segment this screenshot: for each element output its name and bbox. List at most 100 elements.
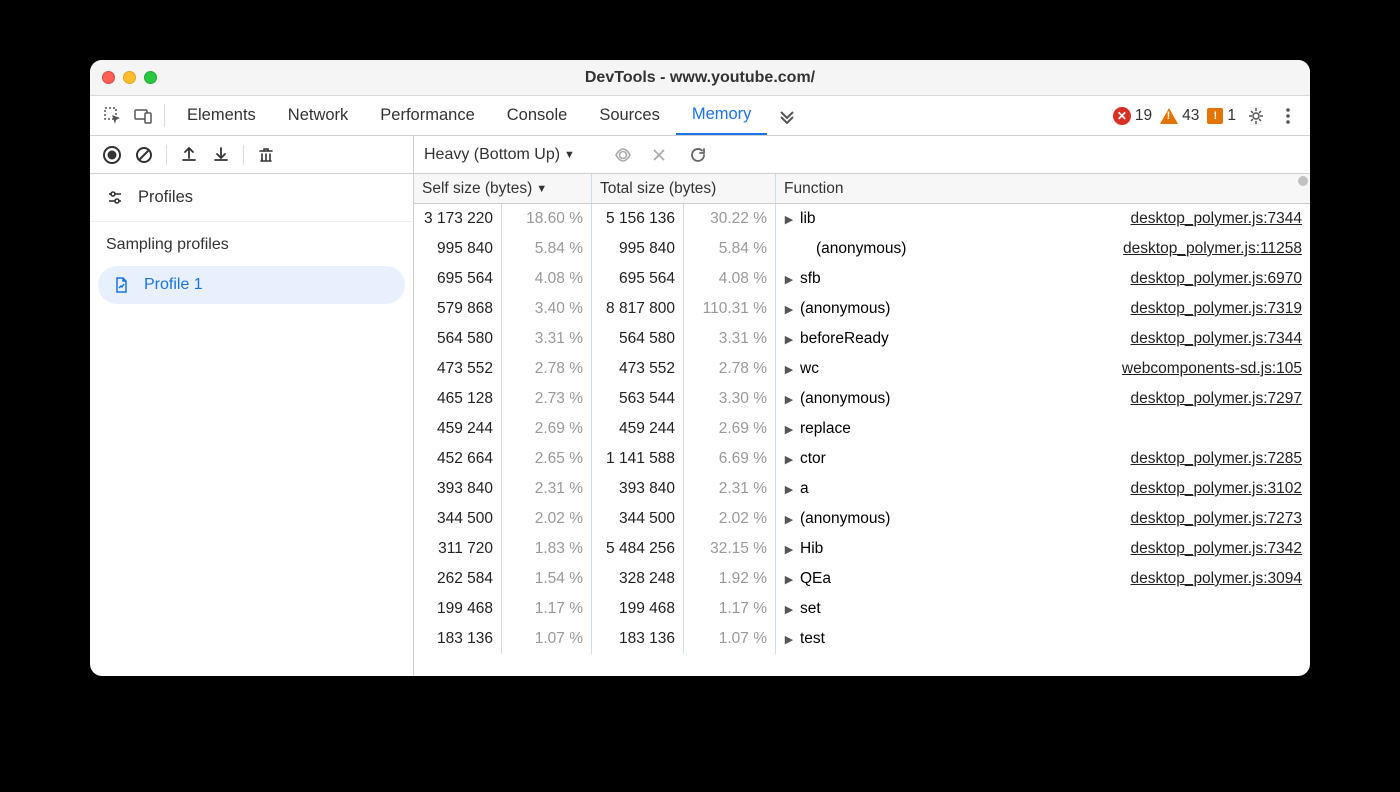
maximize-window-button[interactable]	[144, 71, 157, 84]
table-row[interactable]: 262 5841.54 %328 2481.92 %▶QEadesktop_po…	[414, 564, 1310, 594]
function-name: wc	[800, 360, 819, 378]
function-name: Hib	[800, 540, 823, 558]
table-row[interactable]: 459 2442.69 %459 2442.69 %▶replace	[414, 414, 1310, 444]
source-link[interactable]: desktop_polymer.js:7273	[1131, 510, 1302, 528]
expand-icon[interactable]: ▶	[784, 453, 794, 466]
warnings-badge[interactable]: 43	[1160, 107, 1199, 125]
expand-icon[interactable]: ▶	[784, 633, 794, 646]
tab-memory[interactable]: Memory	[676, 96, 768, 135]
save-profile-icon[interactable]	[207, 141, 235, 169]
minimize-window-button[interactable]	[123, 71, 136, 84]
load-profile-icon[interactable]	[175, 141, 203, 169]
devtools-window: DevTools - www.youtube.com/ Elements Net…	[90, 60, 1310, 676]
reset-icon[interactable]	[689, 146, 713, 164]
table-row[interactable]: 695 5644.08 %695 5644.08 %▶sfbdesktop_po…	[414, 264, 1310, 294]
function-name: (anonymous)	[816, 240, 906, 258]
expand-icon[interactable]: ▶	[784, 363, 794, 376]
source-link[interactable]: desktop_polymer.js:7285	[1131, 450, 1302, 468]
tab-console[interactable]: Console	[491, 96, 584, 135]
panel-tabs: Elements Network Performance Console Sou…	[171, 96, 1113, 135]
expand-icon[interactable]: ▶	[784, 573, 794, 586]
expand-icon[interactable]: ▶	[784, 543, 794, 556]
tab-sources[interactable]: Sources	[583, 96, 676, 135]
table-row[interactable]: 183 1361.07 %183 1361.07 %▶test	[414, 624, 1310, 654]
source-link[interactable]: desktop_polymer.js:7344	[1131, 330, 1302, 348]
right-controls: ✕19 43 !1	[1113, 96, 1310, 135]
profile-table: Self size (bytes) ▼ Total size (bytes) F…	[414, 174, 1310, 676]
titlebar: DevTools - www.youtube.com/	[90, 60, 1310, 96]
expand-icon[interactable]: ▶	[784, 213, 794, 226]
issues-badge[interactable]: !1	[1207, 107, 1236, 125]
table-row[interactable]: 199 4681.17 %199 4681.17 %▶set	[414, 594, 1310, 624]
device-toggle-icon[interactable]	[128, 96, 158, 135]
table-row[interactable]: 579 8683.40 %8 817 800110.31 %▶(anonymou…	[414, 294, 1310, 324]
table-row[interactable]: 311 7201.83 %5 484 25632.15 %▶Hibdesktop…	[414, 534, 1310, 564]
source-link[interactable]: desktop_polymer.js:7319	[1131, 300, 1302, 318]
focus-icon[interactable]	[613, 145, 637, 165]
more-tabs-button[interactable]	[767, 96, 807, 135]
expand-icon[interactable]: ▶	[784, 273, 794, 286]
table-row[interactable]: 344 5002.02 %344 5002.02 %▶(anonymous)de…	[414, 504, 1310, 534]
traffic-lights	[102, 71, 157, 84]
errors-badge[interactable]: ✕19	[1113, 107, 1152, 125]
inspect-element-icon[interactable]	[98, 96, 128, 135]
source-link[interactable]: desktop_polymer.js:6970	[1131, 270, 1302, 288]
expand-icon[interactable]: ▶	[784, 513, 794, 526]
expand-icon[interactable]: ▶	[784, 393, 794, 406]
function-name: (anonymous)	[800, 510, 890, 528]
settings-icon[interactable]	[1244, 106, 1268, 126]
exclude-icon[interactable]	[651, 147, 675, 163]
expand-icon[interactable]: ▶	[784, 483, 794, 496]
content-area: Profiles Sampling profiles Profile 1 Hea…	[90, 136, 1310, 676]
expand-icon[interactable]: ▶	[784, 333, 794, 346]
function-name: set	[800, 600, 821, 618]
expand-icon[interactable]: ▶	[784, 423, 794, 436]
tab-network[interactable]: Network	[272, 96, 365, 135]
source-link[interactable]: desktop_polymer.js:3102	[1131, 480, 1302, 498]
scrollbar[interactable]	[1296, 174, 1310, 676]
source-link[interactable]: webcomponents-sd.js:105	[1122, 360, 1302, 378]
clear-icon[interactable]	[130, 141, 158, 169]
table-row[interactable]: 564 5803.31 %564 5803.31 %▶beforeReadyde…	[414, 324, 1310, 354]
table-row[interactable]: 995 8405.84 %995 8405.84 %▶(anonymous)de…	[414, 234, 1310, 264]
tab-elements[interactable]: Elements	[171, 96, 272, 135]
close-window-button[interactable]	[102, 71, 115, 84]
col-self-size[interactable]: Self size (bytes) ▼	[414, 174, 592, 203]
main-panel: Heavy (Bottom Up) ▼ Self size (bytes) ▼ …	[414, 136, 1310, 676]
function-name: replace	[800, 420, 851, 438]
table-row[interactable]: 465 1282.73 %563 5443.30 %▶(anonymous)de…	[414, 384, 1310, 414]
source-link[interactable]: desktop_polymer.js:7344	[1131, 210, 1302, 228]
tab-performance[interactable]: Performance	[364, 96, 490, 135]
table-row[interactable]: 3 173 22018.60 %5 156 13630.22 %▶libdesk…	[414, 204, 1310, 234]
profiles-sidebar: Profiles Sampling profiles Profile 1	[90, 136, 414, 676]
expand-icon[interactable]: ▶	[784, 603, 794, 616]
collect-garbage-icon[interactable]	[252, 141, 280, 169]
col-function[interactable]: Function	[776, 174, 1310, 203]
expand-icon[interactable]: ▶	[784, 303, 794, 316]
profiles-section[interactable]: Profiles	[90, 174, 413, 222]
profile-toolbar: Heavy (Bottom Up) ▼	[414, 136, 1310, 174]
table-row[interactable]: 473 5522.78 %473 5522.78 %▶wcwebcomponen…	[414, 354, 1310, 384]
function-name: beforeReady	[800, 330, 889, 348]
profile-item-1[interactable]: Profile 1	[98, 266, 405, 304]
table-header: Self size (bytes) ▼ Total size (bytes) F…	[414, 174, 1310, 204]
sidebar-toolbar	[90, 136, 413, 174]
source-link[interactable]: desktop_polymer.js:7342	[1131, 540, 1302, 558]
source-link[interactable]: desktop_polymer.js:11258	[1123, 240, 1302, 258]
table-row[interactable]: 393 8402.31 %393 8402.31 %▶adesktop_poly…	[414, 474, 1310, 504]
source-link[interactable]: desktop_polymer.js:3094	[1131, 570, 1302, 588]
view-select[interactable]: Heavy (Bottom Up) ▼	[424, 146, 575, 164]
source-link[interactable]: desktop_polymer.js:7297	[1131, 390, 1302, 408]
sliders-icon	[106, 189, 124, 207]
kebab-menu-icon[interactable]	[1276, 106, 1300, 126]
function-name: sfb	[800, 270, 821, 288]
function-name: (anonymous)	[800, 300, 890, 318]
window-title: DevTools - www.youtube.com/	[102, 69, 1298, 87]
function-name: test	[800, 630, 825, 648]
sampling-profiles-group: Sampling profiles	[90, 222, 413, 264]
table-row[interactable]: 452 6642.65 %1 141 5886.69 %▶ctordesktop…	[414, 444, 1310, 474]
main-tabbar: Elements Network Performance Console Sou…	[90, 96, 1310, 136]
record-icon[interactable]	[98, 141, 126, 169]
function-name: lib	[800, 210, 816, 228]
col-total-size[interactable]: Total size (bytes)	[592, 174, 776, 203]
